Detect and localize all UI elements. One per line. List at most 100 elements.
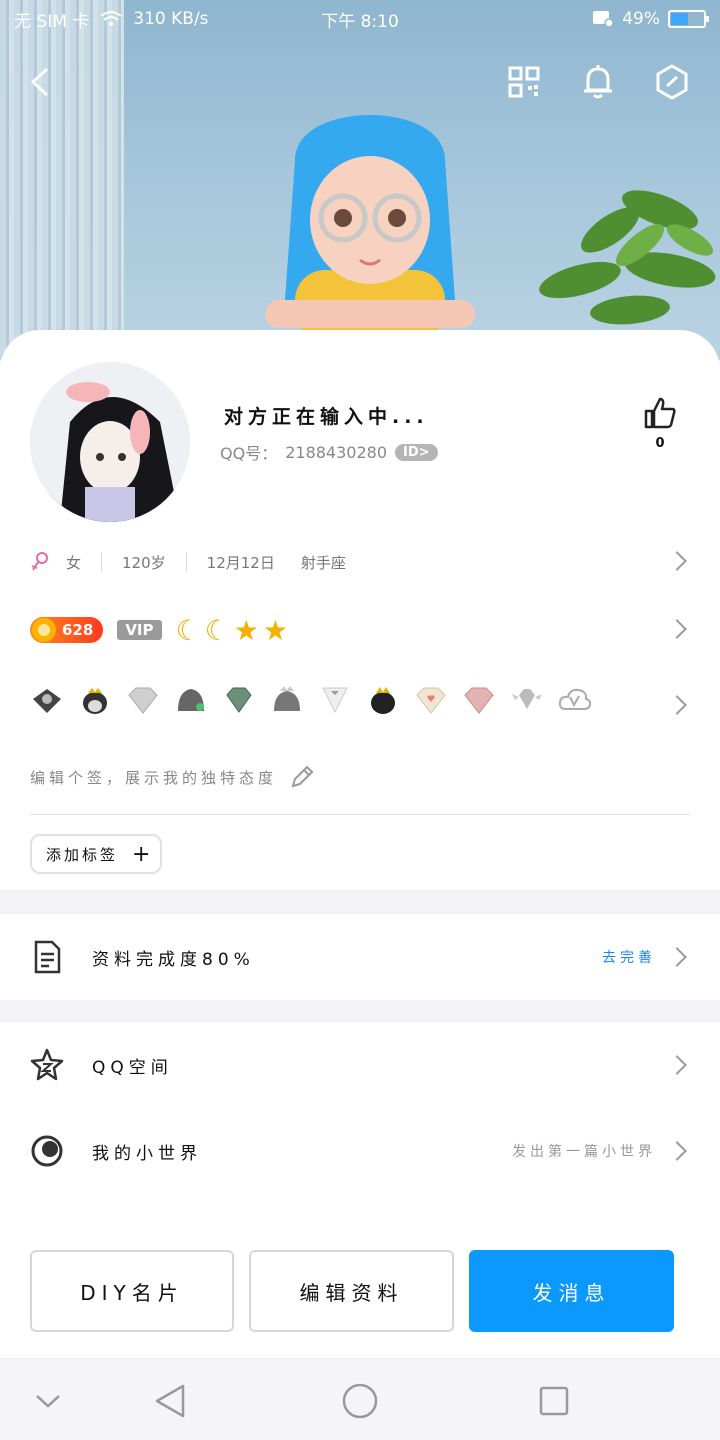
send-message-label: 发消息 — [532, 1280, 611, 1305]
sim-status: 无 SIM 卡 — [14, 11, 90, 32]
basic-info-row[interactable]: 女 120岁 12月12日 射手座 — [30, 548, 690, 576]
action-bar: DIY名片 编辑资料 发消息 — [0, 1200, 720, 1358]
chevron-right-icon — [667, 1141, 687, 1161]
moon-icon: ☾ — [175, 613, 201, 647]
green-gem-icon — [226, 687, 252, 713]
hide-nav-button[interactable] — [26, 1379, 70, 1423]
diy-card-button[interactable]: DIY名片 — [30, 1250, 234, 1332]
status-bar: 无 SIM 卡 310 KB/s 下午 8:10 49% — [0, 0, 720, 38]
wifi-icon — [100, 11, 122, 26]
profile-card: 对方正在输入中... QQ号： 2188430280 ID> 0 女 120岁 … — [0, 330, 720, 890]
profile-completion-item[interactable]: 资料完成度80% 去完善 — [0, 914, 720, 1000]
crown-penguin-icon — [83, 688, 107, 714]
helmet-penguin-icon — [178, 689, 204, 711]
send-message-button[interactable]: 发消息 — [469, 1250, 674, 1332]
avatar[interactable] — [30, 362, 190, 522]
heart-diamond-icon — [416, 687, 446, 714]
back-arrow-icon — [30, 67, 49, 97]
features-section: QQ空间 我的小世界 发出第一篇小世界 — [0, 1022, 720, 1200]
star-icon: ★ — [262, 613, 288, 647]
diy-card-label: DIY名片 — [80, 1280, 184, 1305]
crown-helmet-icon — [274, 686, 300, 711]
qr-code-button[interactable] — [502, 60, 546, 104]
qq-number-row: QQ号： 2188430280 ID> — [220, 440, 438, 464]
triangle-back-icon — [155, 1384, 185, 1418]
profile-cover: 无 SIM 卡 310 KB/s 下午 8:10 49% — [0, 0, 720, 360]
nav-home-button[interactable] — [338, 1379, 382, 1423]
divider — [101, 552, 103, 572]
chevron-right-icon — [667, 947, 687, 967]
edit-profile-label: 编辑资料 — [299, 1280, 404, 1305]
battery-percent: 49% — [622, 9, 660, 29]
back-button[interactable] — [18, 60, 62, 104]
coin-badge: 628 — [30, 617, 104, 643]
add-tag-button[interactable]: 添加标签 + — [30, 834, 163, 874]
network-speed: 310 KB/s — [133, 9, 209, 29]
badges-row[interactable] — [30, 682, 690, 718]
female-icon — [31, 552, 48, 571]
battery-level — [671, 13, 688, 25]
thumbs-up-icon — [644, 397, 676, 429]
nav-recents-button[interactable] — [532, 1379, 576, 1423]
battery-icon — [668, 10, 709, 28]
chevron-down-icon — [36, 1395, 60, 1408]
my-world-hint: 发出第一篇小世界 — [512, 1144, 656, 1160]
circle-home-icon — [342, 1383, 378, 1419]
age-text: 120岁 — [122, 553, 166, 572]
document-icon — [34, 940, 61, 974]
id-badge[interactable]: ID> — [395, 443, 438, 461]
gender-text: 女 — [66, 553, 82, 572]
diamond-icon — [128, 687, 158, 714]
avatar-3d-figure — [265, 115, 475, 340]
qzone-label: QQ空间 — [92, 1057, 173, 1078]
edit-profile-button[interactable]: 编辑资料 — [249, 1250, 454, 1332]
pencil-icon — [291, 765, 314, 788]
completion-section: 资料完成度80% 去完善 — [0, 914, 720, 1000]
bell-button[interactable] — [576, 60, 620, 104]
divider — [30, 814, 690, 815]
divider — [185, 552, 187, 572]
cloud-v-icon — [558, 688, 592, 710]
square-recents-icon — [539, 1386, 569, 1416]
nickname: 对方正在输入中... — [224, 406, 429, 428]
nav-back-button[interactable] — [148, 1379, 192, 1423]
my-world-label: 我的小世界 — [92, 1143, 202, 1164]
plus-icon: + — [132, 841, 151, 867]
chevron-right-icon — [667, 1055, 687, 1075]
add-tag-label: 添加标签 — [46, 845, 119, 864]
signature-placeholder: 编辑个签，展示我的独特态度 — [30, 768, 278, 787]
star-icon: ★ — [233, 613, 259, 647]
avatar-image — [30, 362, 190, 522]
pink-diamond-icon — [464, 687, 494, 714]
notification-icon — [593, 11, 614, 28]
coin-icon — [32, 618, 56, 642]
my-world-icon — [31, 1135, 63, 1167]
cover-plant — [539, 190, 716, 325]
signature-row[interactable]: 编辑个签，展示我的独特态度 — [30, 762, 690, 792]
qq-number-label: QQ号： — [220, 444, 278, 463]
moon-icon: ☾ — [204, 613, 230, 647]
cover-curtain — [0, 0, 124, 360]
like-button[interactable]: 0 — [640, 396, 680, 451]
settings-button[interactable] — [650, 60, 694, 104]
vip-row[interactable]: 628 VIP ☾ ☾ ★ ★ — [30, 613, 690, 647]
like-count: 0 — [655, 436, 665, 451]
complete-profile-link[interactable]: 去完善 — [602, 947, 656, 967]
profile-completion-label: 资料完成度80% — [92, 949, 255, 970]
penguin-badge-icon — [33, 689, 61, 713]
hexagon-settings-icon — [656, 64, 688, 100]
king-penguin-icon — [371, 687, 395, 714]
qzone-item[interactable]: QQ空间 — [0, 1022, 720, 1108]
zodiac-text: 射手座 — [300, 553, 346, 572]
bell-icon — [584, 65, 612, 99]
qzone-star-icon — [30, 1048, 64, 1081]
birthday-text: 12月12日 — [206, 553, 275, 572]
qq-number: 2188430280 — [285, 442, 387, 462]
winged-diamond-icon — [512, 689, 542, 709]
my-world-item[interactable]: 我的小世界 发出第一篇小世界 — [0, 1108, 720, 1194]
coin-value: 628 — [62, 621, 94, 639]
tuxedo-icon — [322, 687, 348, 714]
vip-badge: VIP — [117, 620, 162, 640]
qr-code-icon — [508, 66, 540, 98]
system-nav-bar — [0, 1358, 720, 1440]
